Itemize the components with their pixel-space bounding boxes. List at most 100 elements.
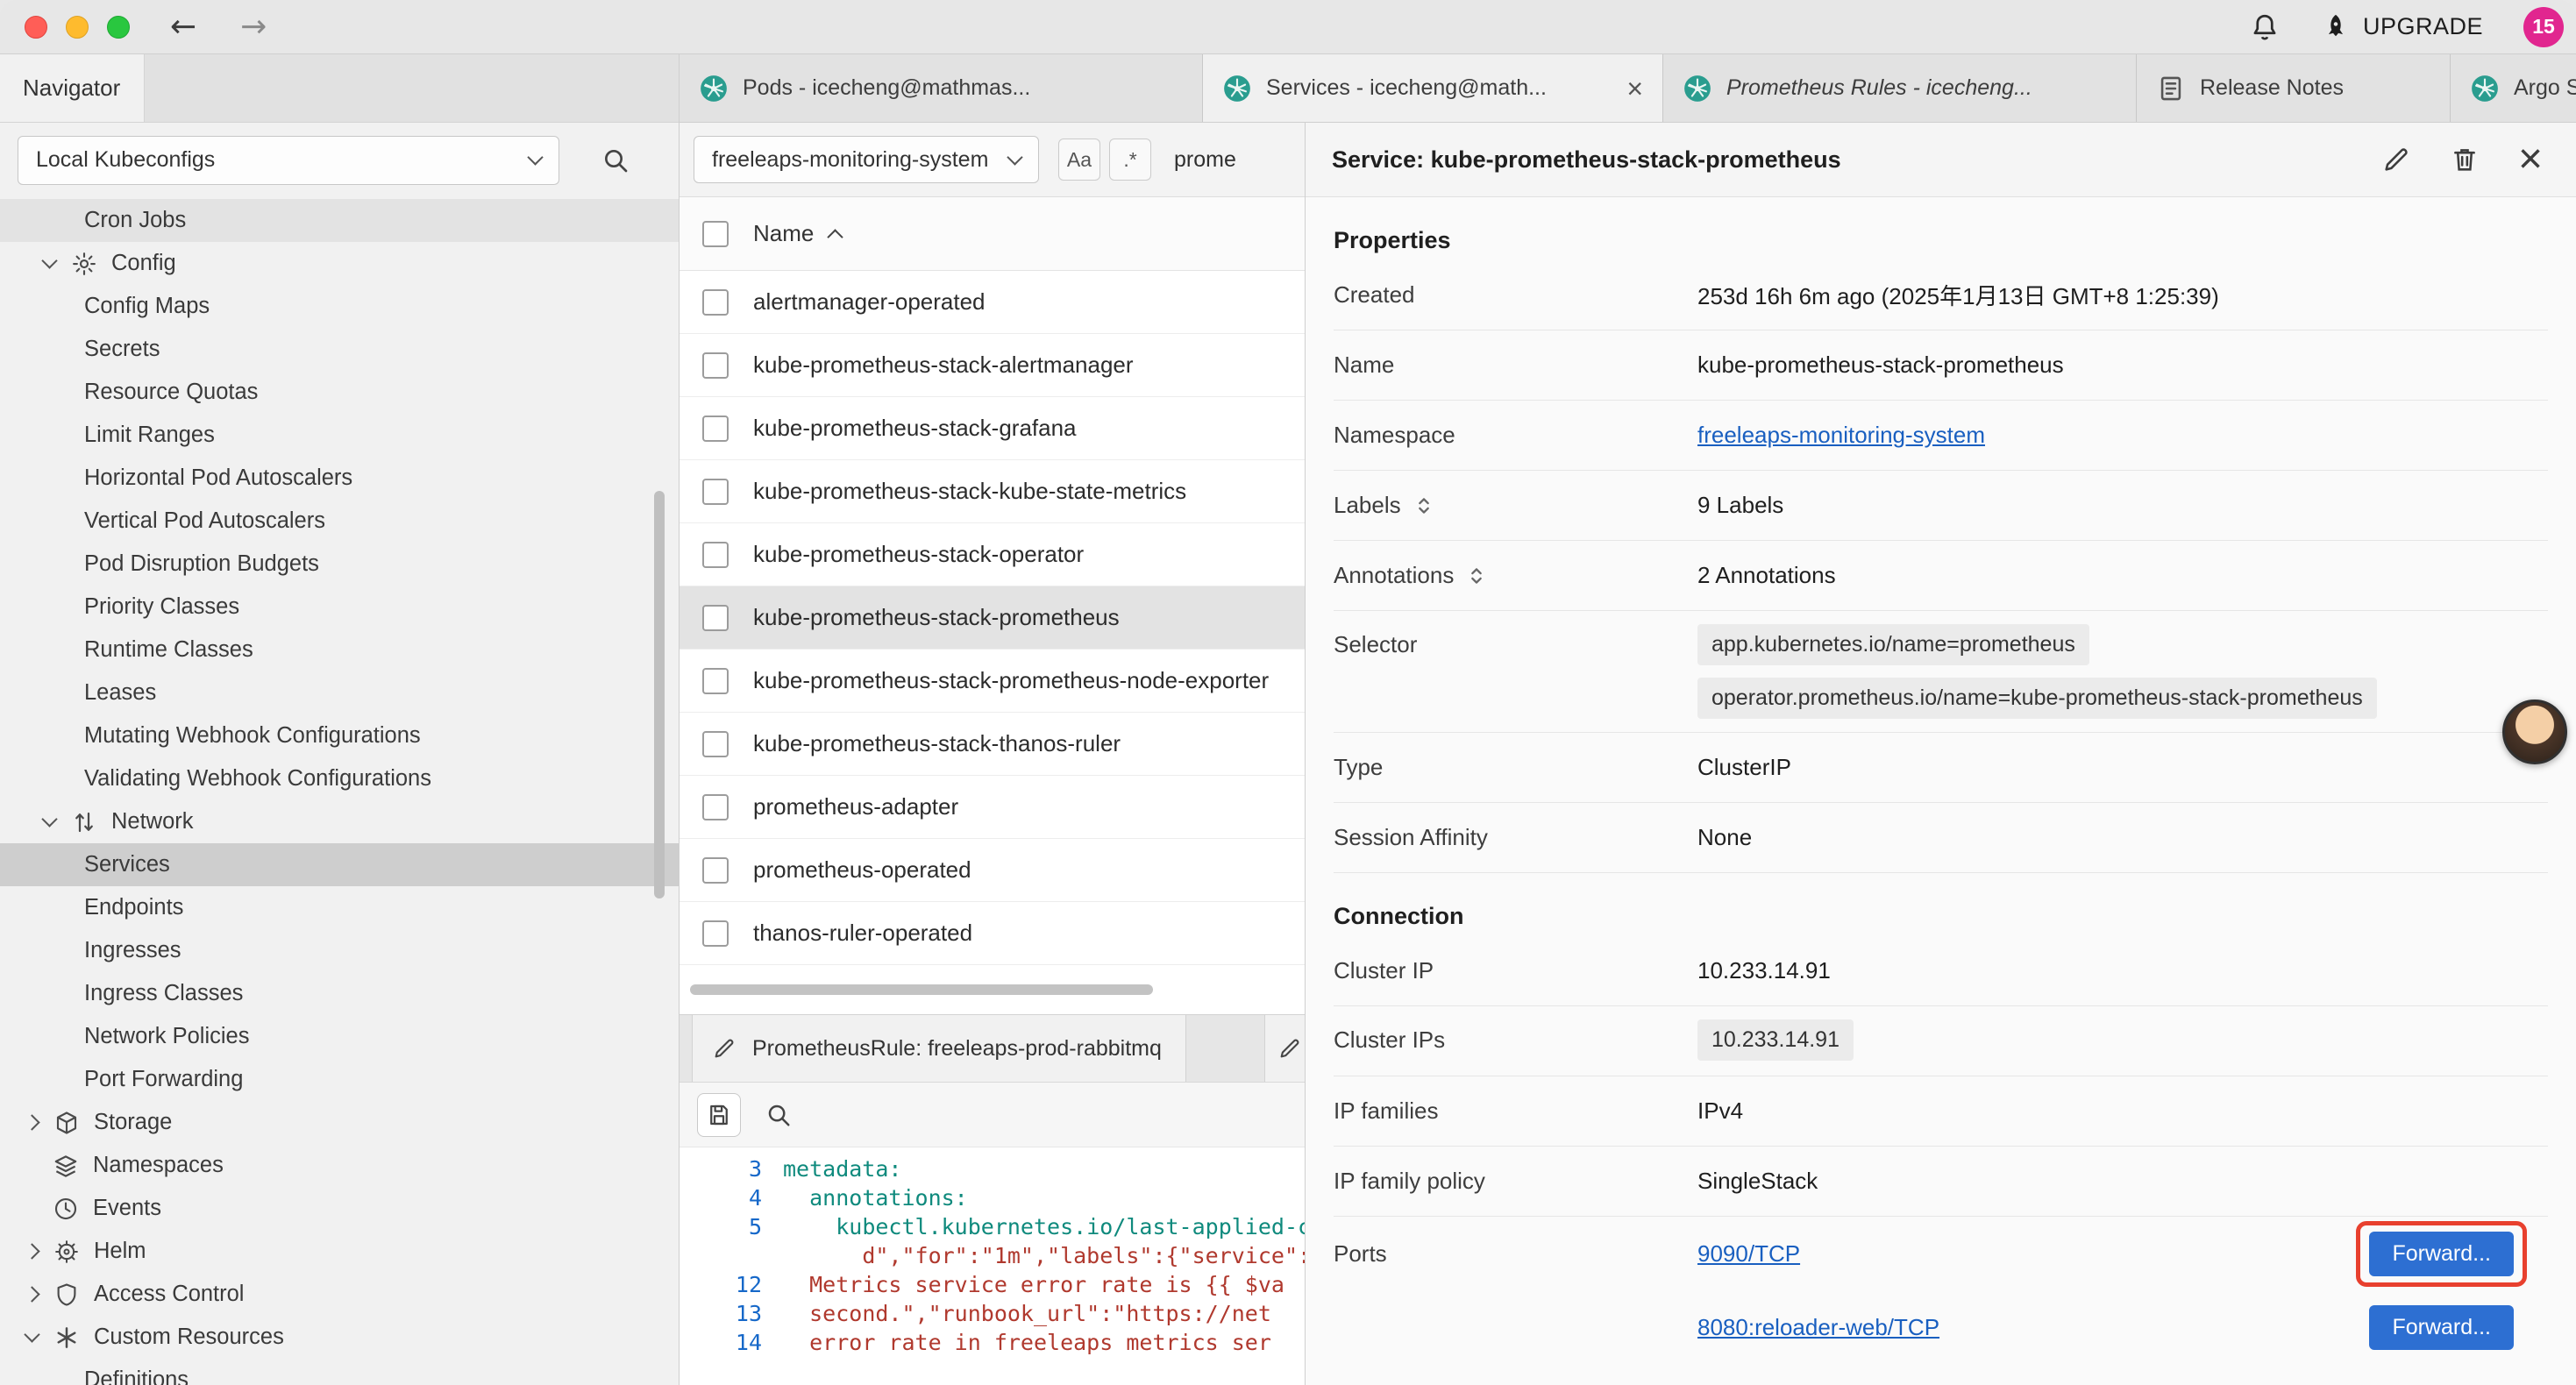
tab-label: Prometheus Rules - icecheng... — [1726, 75, 2032, 101]
close-detail-panel-button[interactable]: × — [2518, 138, 2543, 181]
table-row-prometheus-operated[interactable]: prometheus-operated — [680, 839, 1305, 902]
sidebar-item-namespaces[interactable]: Namespaces — [0, 1144, 679, 1187]
sidebar-item-ingresses[interactable]: Ingresses — [0, 929, 679, 972]
select-all-checkbox[interactable] — [702, 221, 729, 247]
minimize-window-button[interactable] — [66, 16, 89, 39]
editor-search-icon[interactable] — [765, 1102, 792, 1128]
sidebar-item-storage[interactable]: Storage — [0, 1101, 679, 1144]
field-label: Cluster IP — [1334, 957, 1697, 984]
port-link[interactable]: 9090/TCP — [1697, 1240, 1800, 1268]
row-checkbox[interactable] — [702, 542, 729, 568]
service-name: kube-prometheus-stack-prometheus-node-ex… — [753, 667, 1269, 694]
table-row-kube-prometheus-stack-operator[interactable]: kube-prometheus-stack-operator — [680, 523, 1305, 586]
port-link[interactable]: 8080:reloader-web/TCP — [1697, 1314, 1939, 1341]
expand-collapse-icon[interactable] — [1412, 494, 1436, 518]
editor-dock-tab[interactable]: PrometheusRule: freeleaps-prod-rabbitmq — [692, 1015, 1186, 1082]
namespace-link[interactable]: freeleaps-monitoring-system — [1697, 422, 1985, 448]
sidebar-item-config[interactable]: Config — [0, 242, 679, 285]
table-row-kube-prometheus-stack-kube-state-metrics[interactable]: kube-prometheus-stack-kube-state-metrics — [680, 460, 1305, 523]
sidebar-item-endpoints[interactable]: Endpoints — [0, 886, 679, 929]
sidebar-item-vertical-pod-autoscalers[interactable]: Vertical Pod Autoscalers — [0, 500, 679, 543]
navigator-tab[interactable]: Navigator — [0, 54, 145, 122]
sidebar-item-helm[interactable]: Helm — [0, 1230, 679, 1273]
namespace-filter-value: freeleaps-monitoring-system — [712, 147, 988, 173]
expand-collapse-icon[interactable] — [1464, 564, 1489, 588]
maximize-window-button[interactable] — [107, 16, 130, 39]
user-avatar[interactable] — [2502, 700, 2567, 764]
notification-count-badge[interactable]: 15 — [2523, 7, 2564, 47]
sidebar-item-secrets[interactable]: Secrets — [0, 328, 679, 371]
table-row-thanos-ruler-operated[interactable]: thanos-ruler-operated — [680, 902, 1305, 965]
table-row-kube-prometheus-stack-prometheus-node-exporter[interactable]: kube-prometheus-stack-prometheus-node-ex… — [680, 650, 1305, 713]
sidebar-item-ingress-classes[interactable]: Ingress Classes — [0, 972, 679, 1015]
name-column-header[interactable]: Name — [753, 220, 814, 247]
sidebar-item-horizontal-pod-autoscalers[interactable]: Horizontal Pod Autoscalers — [0, 457, 679, 500]
sidebar-item-access-control[interactable]: Access Control — [0, 1273, 679, 1316]
detail-header: Service: kube-prometheus-stack-prometheu… — [1306, 123, 2576, 197]
tab-pods[interactable]: Pods - icecheng@mathmas... — [680, 54, 1203, 122]
kubeconfig-selector[interactable]: Local Kubeconfigs — [18, 136, 559, 185]
row-checkbox[interactable] — [702, 605, 729, 631]
navigator-scrollbar[interactable] — [654, 491, 665, 898]
shield-icon — [53, 1282, 80, 1308]
row-checkbox[interactable] — [702, 352, 729, 379]
tab-argo[interactable]: Argo S — [2451, 54, 2576, 122]
sidebar-item-port-forwarding[interactable]: Port Forwarding — [0, 1058, 679, 1101]
navigator-search-icon[interactable] — [601, 146, 630, 174]
yaml-editor[interactable]: 3metadata:4 annotations:5 kubectl.kubern… — [680, 1147, 1305, 1385]
back-button[interactable]: ← — [170, 11, 196, 43]
editor-dock-tab-partial[interactable] — [1264, 1015, 1305, 1082]
sidebar-item-priority-classes[interactable]: Priority Classes — [0, 586, 679, 629]
horizontal-scrollbar[interactable] — [680, 965, 1305, 1014]
row-checkbox[interactable] — [702, 794, 729, 820]
row-checkbox[interactable] — [702, 668, 729, 694]
sidebar-item-services[interactable]: Services — [0, 843, 679, 886]
row-checkbox[interactable] — [702, 920, 729, 947]
sidebar-item-pod-disruption-budgets[interactable]: Pod Disruption Budgets — [0, 543, 679, 586]
match-case-toggle[interactable]: Aa — [1058, 138, 1100, 181]
kubernetes-icon — [1222, 74, 1252, 103]
namespace-filter[interactable]: freeleaps-monitoring-system — [694, 136, 1039, 183]
sidebar-item-custom-resources[interactable]: Custom Resources — [0, 1316, 679, 1359]
sidebar-item-network-policies[interactable]: Network Policies — [0, 1015, 679, 1058]
sidebar-item-resource-quotas[interactable]: Resource Quotas — [0, 371, 679, 414]
sidebar-item-definitions[interactable]: Definitions — [0, 1359, 679, 1385]
table-row-kube-prometheus-stack-prometheus[interactable]: kube-prometheus-stack-prometheus — [680, 586, 1305, 650]
table-row-prometheus-adapter[interactable]: prometheus-adapter — [680, 776, 1305, 839]
notifications-bell-icon[interactable] — [2249, 11, 2281, 43]
sidebar-item-config-maps[interactable]: Config Maps — [0, 285, 679, 328]
sidebar-item-mutating-webhook-configurations[interactable]: Mutating Webhook Configurations — [0, 714, 679, 757]
row-checkbox[interactable] — [702, 731, 729, 757]
scrollbar-thumb[interactable] — [690, 984, 1153, 995]
table-row-kube-prometheus-stack-alertmanager[interactable]: kube-prometheus-stack-alertmanager — [680, 334, 1305, 397]
edit-service-button[interactable] — [2381, 145, 2411, 174]
table-row-alertmanager-operated[interactable]: alertmanager-operated — [680, 271, 1305, 334]
tab-services[interactable]: Services - icecheng@math...× — [1203, 54, 1663, 122]
sidebar-item-runtime-classes[interactable]: Runtime Classes — [0, 629, 679, 671]
sidebar-item-validating-webhook-configurations[interactable]: Validating Webhook Configurations — [0, 757, 679, 800]
regex-toggle[interactable]: .* — [1109, 138, 1151, 181]
forward-button[interactable]: → — [240, 11, 267, 43]
sidebar-item-leases[interactable]: Leases — [0, 671, 679, 714]
sidebar-item-limit-ranges[interactable]: Limit Ranges — [0, 414, 679, 457]
delete-service-button[interactable] — [2450, 145, 2480, 174]
close-tab-icon[interactable]: × — [1626, 75, 1643, 103]
save-button[interactable] — [697, 1093, 741, 1137]
row-checkbox[interactable] — [702, 479, 729, 505]
row-checkbox[interactable] — [702, 416, 729, 442]
tab-release-notes[interactable]: Release Notes — [2137, 54, 2451, 122]
field-value: 253d 16h 6m ago (2025年1月13日 GMT+8 1:25:3… — [1697, 279, 2548, 311]
row-checkbox[interactable] — [702, 289, 729, 316]
search-input[interactable]: prome — [1174, 147, 1236, 173]
forward-button[interactable]: Forward... — [2369, 1305, 2514, 1350]
upgrade-button[interactable]: UPGRADE — [2321, 12, 2483, 42]
table-row-kube-prometheus-stack-grafana[interactable]: kube-prometheus-stack-grafana — [680, 397, 1305, 460]
sidebar-item-events[interactable]: Events — [0, 1187, 679, 1230]
table-row-kube-prometheus-stack-thanos-ruler[interactable]: kube-prometheus-stack-thanos-ruler — [680, 713, 1305, 776]
close-window-button[interactable] — [25, 16, 47, 39]
row-checkbox[interactable] — [702, 857, 729, 884]
tab-prometheus-rules[interactable]: Prometheus Rules - icecheng... — [1663, 54, 2137, 122]
forward-button[interactable]: Forward... — [2369, 1232, 2514, 1276]
sidebar-item-network[interactable]: Network — [0, 800, 679, 843]
sidebar-item-cron-jobs[interactable]: Cron Jobs — [0, 199, 679, 242]
